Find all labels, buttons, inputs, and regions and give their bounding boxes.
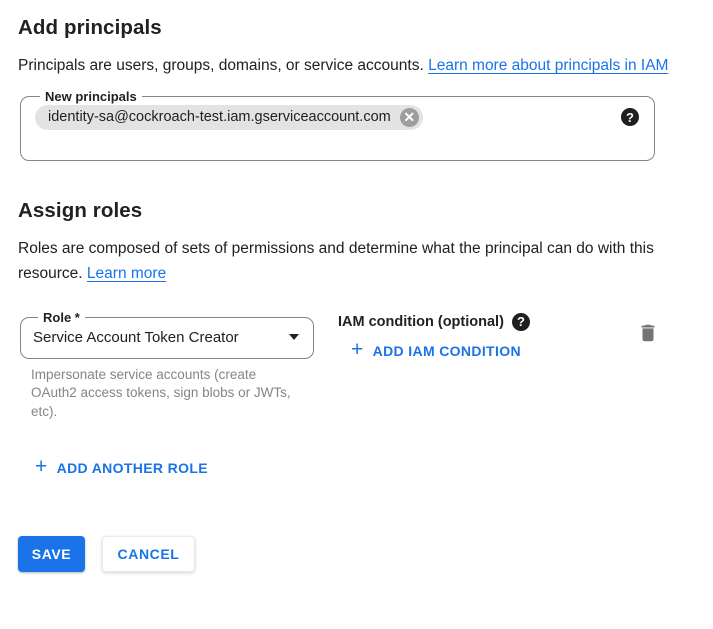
principals-description-text: Principals are users, groups, domains, o…: [18, 57, 428, 74]
principals-field-content: identity-sa@cockroach-test.iam.gservicea…: [35, 105, 639, 130]
principal-chip-label: identity-sa@cockroach-test.iam.gservicea…: [48, 109, 391, 125]
cancel-button[interactable]: CANCEL: [102, 536, 195, 572]
role-selected-value: Service Account Token Creator: [33, 329, 239, 346]
save-button[interactable]: SAVE: [18, 536, 85, 572]
delete-icon: [637, 333, 659, 348]
add-another-role-label: ADD ANOTHER ROLE: [57, 460, 208, 476]
add-iam-condition-button[interactable]: + ADD IAM CONDITION: [351, 343, 521, 359]
add-another-role-button[interactable]: + ADD ANOTHER ROLE: [35, 460, 208, 476]
add-principals-panel: Add principals Principals are users, gro…: [0, 0, 713, 572]
assign-roles-title: Assign roles: [18, 199, 713, 223]
iam-condition-column: IAM condition (optional) ? + ADD IAM CON…: [338, 310, 530, 422]
principal-chip: identity-sa@cockroach-test.iam.gservicea…: [35, 105, 423, 130]
new-principals-label: New principals: [40, 89, 142, 104]
role-select[interactable]: Role * Service Account Token Creator: [20, 310, 314, 359]
role-helper-text: Impersonate service accounts (create OAu…: [31, 366, 303, 422]
chip-remove-icon[interactable]: ✕: [400, 108, 419, 127]
chevron-down-icon: [289, 334, 299, 340]
role-select-label: Role *: [38, 310, 85, 325]
role-select-content: Service Account Token Creator: [33, 329, 301, 346]
new-principals-field[interactable]: New principals identity-sa@cockroach-tes…: [20, 89, 655, 161]
role-row: Role * Service Account Token Creator Imp…: [18, 310, 713, 422]
role-column: Role * Service Account Token Creator Imp…: [18, 310, 316, 422]
delete-role-button[interactable]: [637, 321, 659, 345]
iam-condition-label: IAM condition (optional): [338, 314, 504, 330]
learn-more-roles-link[interactable]: Learn more: [87, 265, 166, 282]
iam-condition-label-row: IAM condition (optional) ?: [338, 313, 530, 331]
plus-icon: +: [35, 459, 48, 475]
roles-description: Roles are composed of sets of permission…: [18, 236, 670, 287]
principals-description: Principals are users, groups, domains, o…: [18, 53, 670, 79]
iam-condition-help-icon[interactable]: ?: [512, 313, 530, 331]
add-iam-condition-label: ADD IAM CONDITION: [373, 343, 521, 359]
learn-more-principals-link[interactable]: Learn more about principals in IAM: [428, 57, 668, 74]
footer-actions: SAVE CANCEL: [18, 536, 713, 572]
plus-icon: +: [351, 342, 364, 358]
page-title: Add principals: [18, 16, 713, 40]
principals-help-icon[interactable]: ?: [621, 108, 639, 126]
